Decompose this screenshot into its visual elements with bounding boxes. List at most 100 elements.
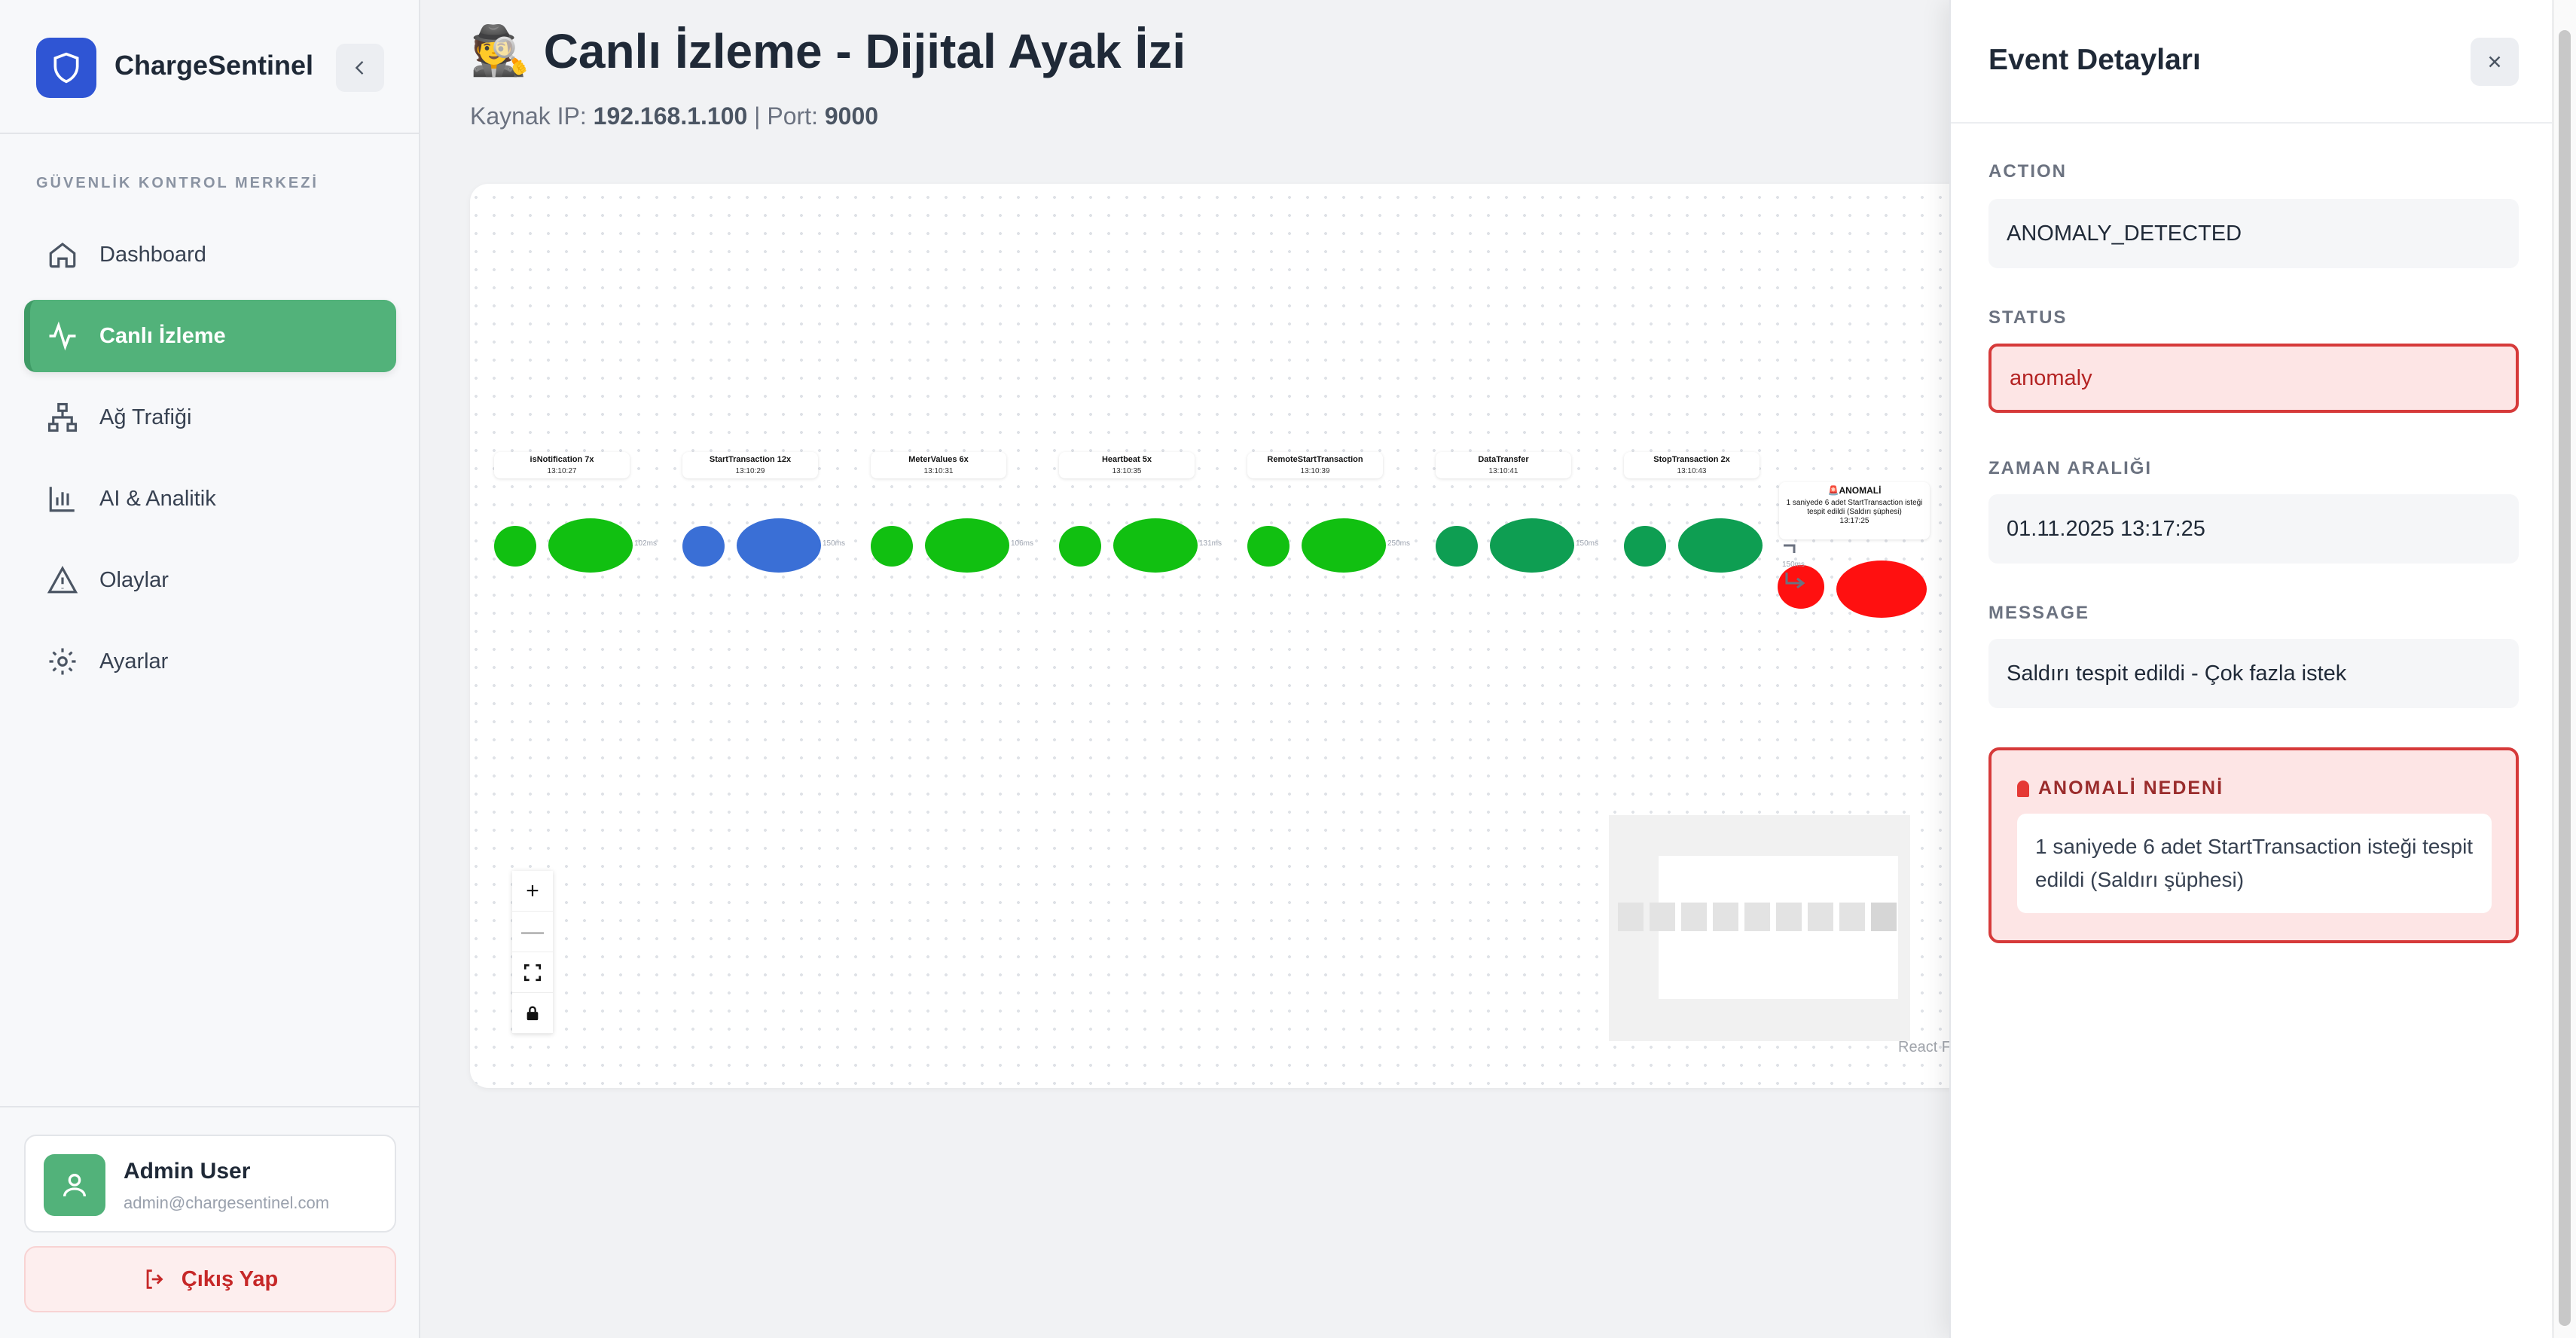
message-value: Saldırı tespit edildi - Çok fazla istek <box>1988 639 2519 708</box>
flow-edge-label: 250ms <box>1387 539 1411 548</box>
flow-node-time: 13:10:27 <box>547 467 577 475</box>
flow-node[interactable]: StopTransaction 2x 13:10:43 <box>1624 452 1760 478</box>
sidebar-item-olaylar[interactable]: Olaylar <box>24 544 396 616</box>
minimap-node <box>1650 903 1675 931</box>
footprint-right[interactable] <box>548 518 633 573</box>
footprint-right[interactable] <box>925 518 1009 573</box>
action-label: ACTION <box>1988 161 2067 182</box>
sidebar-item-label: AI & Analitik <box>99 486 216 511</box>
lock-icon <box>526 1006 539 1020</box>
source-port: 9000 <box>824 102 879 130</box>
minimap-node <box>1681 903 1707 931</box>
message-label: MESSAGE <box>1988 603 2090 623</box>
lock-button[interactable] <box>512 993 553 1034</box>
anomaly-node-time: 13:17:25 <box>1839 517 1869 525</box>
footprint-left[interactable] <box>682 526 725 567</box>
flow-controls: + — <box>512 871 553 1034</box>
zoom-out-button[interactable]: — <box>512 912 553 952</box>
sidebar-item-ayarlar[interactable]: Ayarlar <box>24 625 396 698</box>
flow-node-time: 13:10:29 <box>735 467 765 475</box>
footprint-right[interactable] <box>1113 518 1198 573</box>
source-info: Kaynak IP: 192.168.1.100 | Port: 9000 <box>470 102 878 130</box>
status-value: anomaly <box>1988 344 2519 413</box>
flow-canvas[interactable]: 🚨ANOMALİ 1 saniyede 6 adet StartTransact… <box>470 184 1976 1088</box>
flow-node-time: 13:10:35 <box>1112 467 1142 475</box>
minimap[interactable] <box>1609 815 1910 1041</box>
home-icon <box>49 243 76 268</box>
footprint-left[interactable] <box>1436 526 1478 567</box>
main-content: 🕵️ Canlı İzleme - Dijital Ayak İzi Kayna… <box>422 0 1976 1338</box>
flow-node-label: Heartbeat 5x <box>1101 455 1152 464</box>
sidebar-header: ChargeSentinel <box>0 0 419 134</box>
sidebar-item-canli-izleme[interactable]: Canlı İzleme <box>24 300 396 372</box>
flow-node[interactable]: RemoteStartTransaction 13:10:39 <box>1247 452 1383 478</box>
flow-node-label: StopTransaction 2x <box>1653 455 1730 464</box>
flow-node-time: 13:10:31 <box>923 467 954 475</box>
minus-icon: — <box>521 918 544 944</box>
sidebar-item-ai-analitik[interactable]: AI & Analitik <box>24 463 396 535</box>
sidebar-item-ag-trafigi[interactable]: Ağ Trafiği <box>24 381 396 454</box>
alert-triangle-icon <box>47 566 78 594</box>
logout-button[interactable]: Çıkış Yap <box>24 1246 396 1312</box>
flow-edge-label: 106ms <box>1011 539 1034 548</box>
sidebar-item-label: Canlı İzleme <box>99 323 226 348</box>
minimap-node <box>1808 903 1833 931</box>
page-title-text: Canlı İzleme - Dijital Ayak İzi <box>543 23 1186 78</box>
user-card[interactable]: Admin User admin@chargesentinel.com <box>24 1135 396 1233</box>
footprint-left[interactable] <box>871 526 913 567</box>
collapse-sidebar-button[interactable] <box>336 44 384 92</box>
user-icon <box>63 1174 86 1197</box>
footprint-right[interactable] <box>1678 518 1763 573</box>
sidebar: ChargeSentinel GÜVENLİK KONTROL MERKEZİ … <box>0 0 420 1338</box>
scrollbar-thumb[interactable] <box>2559 30 2571 1326</box>
time-range-label: ZAMAN ARALIĞI <box>1988 458 2153 478</box>
footprint-left[interactable] <box>494 526 536 567</box>
action-value: ANOMALY_DETECTED <box>1988 199 2519 268</box>
bar-chart-icon <box>49 487 75 512</box>
network-icon <box>47 402 78 432</box>
source-prefix: Kaynak IP: <box>470 102 587 130</box>
minimap-node <box>1871 903 1897 931</box>
port-prefix: | Port: <box>754 102 818 130</box>
flow-node-time: 13:10:39 <box>1300 467 1330 475</box>
minimap-node <box>1744 903 1770 931</box>
close-drawer-button[interactable] <box>2471 38 2519 86</box>
brand-name: ChargeSentinel <box>114 50 314 81</box>
logout-icon <box>146 1269 163 1289</box>
time-range-value: 01.11.2025 13:17:25 <box>1988 494 2519 564</box>
minimap-node <box>1713 903 1738 931</box>
anomaly-node[interactable]: 🚨ANOMALİ 1 saniyede 6 adet StartTransact… <box>1779 482 1930 539</box>
anomaly-reason-title: ANOMALİ NEDENİ <box>2017 777 2223 799</box>
footprint-right[interactable] <box>1490 518 1574 573</box>
flow-node-time: 13:10:43 <box>1677 467 1707 475</box>
sidebar-item-dashboard[interactable]: Dashboard <box>24 218 396 291</box>
footprint-right[interactable] <box>737 518 821 573</box>
section-title: GÜVENLİK KONTROL MERKEZİ <box>36 175 319 191</box>
flow-node-label: RemoteStartTransaction <box>1267 455 1363 464</box>
page-scrollbar[interactable] <box>2553 0 2576 1338</box>
minimap-node <box>1776 903 1802 931</box>
zoom-in-button[interactable]: + <box>512 871 553 912</box>
fit-view-button[interactable] <box>512 952 553 993</box>
flow-node-time: 13:10:41 <box>1488 467 1518 475</box>
flow-node[interactable]: DataTransfer 13:10:41 <box>1436 452 1571 478</box>
flow-edge-label: 102ms <box>634 539 658 548</box>
flow-node[interactable]: isNotification 7x 13:10:27 <box>494 452 630 478</box>
chevron-left-icon <box>355 61 364 75</box>
flow-edge-label: 150ms <box>823 539 846 548</box>
anomaly-node-title: 🚨ANOMALİ <box>1827 485 1882 496</box>
flow-node-label: DataTransfer <box>1478 455 1529 464</box>
anomaly-footprint-right[interactable] <box>1836 561 1927 618</box>
flow-node[interactable]: MeterValues 6x 13:10:31 <box>871 452 1006 478</box>
flow-node[interactable]: StartTransaction 12x 13:10:29 <box>682 452 818 478</box>
footprint-right[interactable] <box>1302 518 1386 573</box>
footprint-left[interactable] <box>1624 526 1666 567</box>
page-title: 🕵️ Canlı İzleme - Dijital Ayak İzi <box>470 23 1186 79</box>
shield-logo-icon <box>36 38 96 98</box>
detective-icon: 🕵️ <box>470 23 530 78</box>
sidebar-item-label: Ağ Trafiği <box>99 405 192 429</box>
plus-icon: + <box>526 878 539 903</box>
footprint-left[interactable] <box>1059 526 1101 567</box>
flow-node[interactable]: Heartbeat 5x 13:10:35 <box>1059 452 1195 478</box>
footprint-left[interactable] <box>1247 526 1290 567</box>
